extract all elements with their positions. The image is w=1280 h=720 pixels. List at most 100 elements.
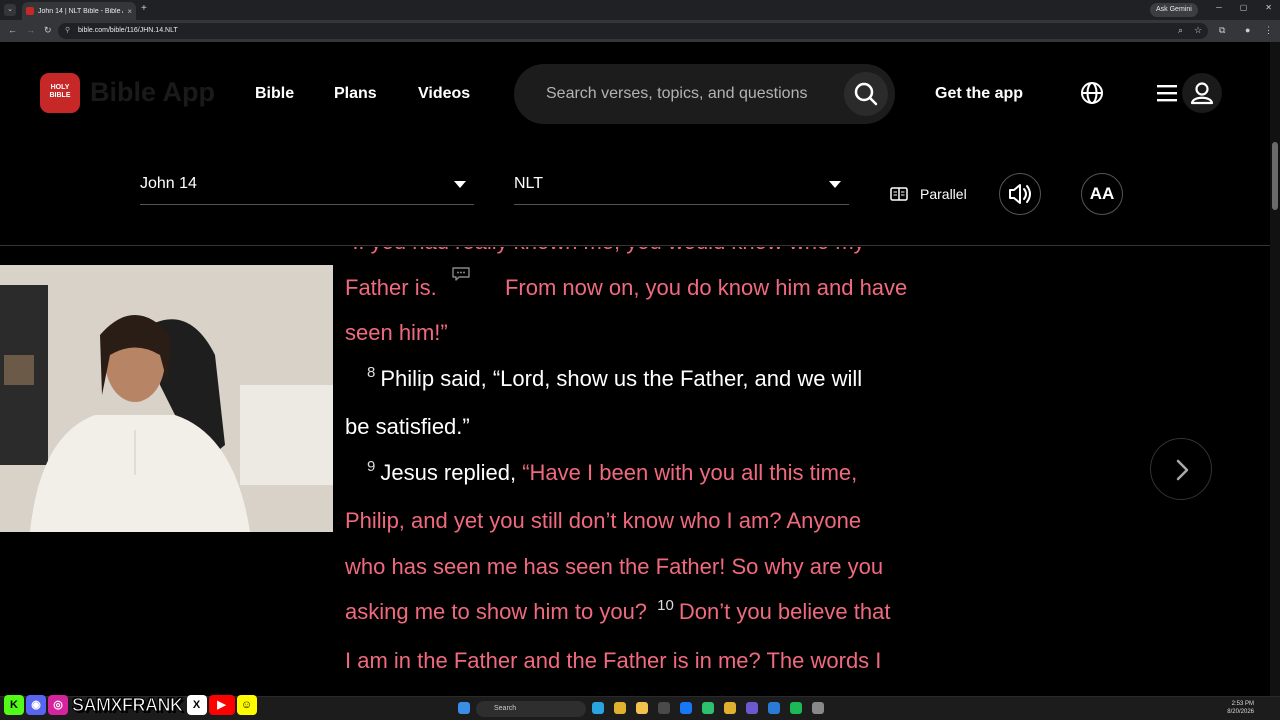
browser-tab[interactable]: John 14 | NLT Bible - Bible App × <box>22 2 136 20</box>
next-chapter-button[interactable] <box>1150 438 1212 500</box>
youtube-icon: ▶ <box>208 695 235 715</box>
chevron-down-icon <box>454 181 466 188</box>
instagram-icon: ◎ <box>48 695 68 715</box>
new-tab-button[interactable]: + <box>141 3 147 14</box>
facebook-icon[interactable] <box>680 702 692 714</box>
kick-icon: K <box>4 695 24 715</box>
browser-menu-icon[interactable]: ⋮ <box>1264 25 1273 36</box>
app-icon[interactable] <box>768 702 780 714</box>
search-button[interactable] <box>844 72 888 116</box>
verse-10-text[interactable]: Don’t you believe that <box>679 599 891 624</box>
file-explorer-icon[interactable] <box>636 702 648 714</box>
app-icon[interactable] <box>702 702 714 714</box>
reader-toolbar: John 14 NLT Parallel AA <box>0 142 1270 246</box>
verse-7-text[interactable]: From now on, you do know him and have <box>505 275 907 300</box>
snapchat-icon: ☺ <box>236 695 257 715</box>
extensions-icon[interactable]: ⧉ <box>1219 25 1225 36</box>
verse-8-text[interactable]: Philip said, “Lord, show us the Father, … <box>380 366 862 391</box>
x-icon: X <box>186 695 207 715</box>
verse-8-text[interactable]: be satisfied.” <box>345 404 945 450</box>
tab-title: John 14 | NLT Bible - Bible App <box>38 7 123 15</box>
verse-number: 8 <box>367 363 376 381</box>
clock-time: 2:53 PM <box>1231 701 1254 707</box>
ask-gemini-button[interactable]: Ask Gemini <box>1150 3 1198 17</box>
audio-button[interactable] <box>999 173 1041 215</box>
close-window-icon[interactable]: ✕ <box>1265 3 1272 12</box>
address-bar[interactable]: ⚲ bible.com/bible/116/JHN.14.NLT <box>58 23 1208 39</box>
scrollbar-thumb[interactable] <box>1272 142 1278 210</box>
close-tab-icon[interactable]: × <box>127 7 132 16</box>
maximize-icon[interactable]: ▢ <box>1240 3 1248 12</box>
verse-9-text[interactable]: Jesus replied, <box>380 460 516 485</box>
version-picker[interactable]: NLT <box>514 169 849 205</box>
profile-avatar-icon[interactable]: ● <box>1245 25 1250 35</box>
logo-text-1: HOLY <box>50 84 70 91</box>
zoom-icon[interactable]: ⌕ <box>1178 25 1183 36</box>
reload-icon[interactable]: ↻ <box>44 25 52 36</box>
discord-icon[interactable] <box>746 702 758 714</box>
system-clock[interactable]: 2:53 PM 8/20/2026 <box>1227 700 1254 716</box>
forward-icon[interactable]: → <box>26 25 35 35</box>
bible-app-logo[interactable]: HOLY BIBLE <box>40 73 80 113</box>
site-header: HOLY BIBLE Bible App Bible Plans Videos … <box>0 42 1270 142</box>
language-globe-icon[interactable] <box>1080 81 1104 105</box>
chapter-picker[interactable]: John 14 <box>140 169 474 205</box>
user-icon <box>1190 82 1214 105</box>
nav-videos[interactable]: Videos <box>418 85 470 103</box>
taskbar-search-label: Search <box>494 705 517 712</box>
browser-toolbar: ← → ↻ ⚲ bible.com/bible/116/JHN.14.NLT ⌕… <box>0 20 1280 42</box>
bookmark-star-icon[interactable]: ☆ <box>1194 25 1202 36</box>
page-scrollbar[interactable] <box>1270 42 1280 696</box>
verse-9-text[interactable]: who has seen me has seen the Father! So … <box>345 544 945 590</box>
chrome-icon[interactable] <box>614 702 626 714</box>
logo-text-2: BIBLE <box>49 92 71 99</box>
webcam-image <box>0 265 333 532</box>
chrome-icon[interactable] <box>724 702 736 714</box>
search-icon <box>854 82 878 106</box>
account-button[interactable] <box>1182 73 1222 113</box>
taskbar-search[interactable]: Search <box>476 701 586 717</box>
verse-7-text[interactable]: seen him!” <box>345 310 945 356</box>
nav-bible[interactable]: Bible <box>255 85 294 103</box>
search-box <box>514 64 895 124</box>
verse-number: 10 <box>657 597 674 614</box>
get-the-app-link[interactable]: Get the app <box>935 85 1023 103</box>
site-info-icon[interactable]: ⚲ <box>65 23 70 39</box>
verse-9-text[interactable]: Philip, and yet you still don’t know who… <box>345 498 945 544</box>
browser-tabstrip: ⌄ John 14 | NLT Bible - Bible App × + As… <box>0 0 1280 20</box>
speaker-icon <box>1009 184 1031 204</box>
search-input[interactable] <box>544 83 844 105</box>
nav-plans[interactable]: Plans <box>334 85 377 103</box>
chapter-label: John 14 <box>140 175 197 192</box>
verse-9-text[interactable]: asking me to show him to you? <box>345 599 647 624</box>
chevron-down-icon <box>829 181 841 188</box>
spotify-icon[interactable] <box>790 702 802 714</box>
url-text: bible.com/bible/116/JHN.14.NLT <box>78 27 178 34</box>
parallel-button[interactable]: Parallel <box>890 186 967 202</box>
verse-9-text[interactable]: “Have I been with you all this time, <box>522 460 857 485</box>
font-settings-button[interactable]: AA <box>1081 173 1123 215</box>
app-icon[interactable] <box>658 702 670 714</box>
discord-icon: ◉ <box>26 695 46 715</box>
verse-number: 9 <box>367 457 376 475</box>
minimize-icon[interactable]: ─ <box>1216 3 1222 12</box>
parallel-label: Parallel <box>920 186 967 202</box>
brand-name[interactable]: Bible App <box>90 77 215 108</box>
bible-favicon-icon <box>26 7 34 15</box>
settings-gear-icon[interactable] <box>812 702 824 714</box>
edge-icon[interactable] <box>592 702 604 714</box>
social-overlay: K ◉ ◎ SAMXFRANK X ▶ ☺ <box>4 693 257 717</box>
verse-10-text[interactable]: I am in the Father and the Father is in … <box>345 638 945 684</box>
verse-7-text[interactable]: Father is. <box>345 275 437 300</box>
scripture-text: “If you had really known me, you would k… <box>345 247 945 683</box>
social-handle: SAMXFRANK <box>72 694 184 715</box>
verse-7-partial: “If you had really known me, you would k… <box>345 247 945 265</box>
tab-search-button[interactable]: ⌄ <box>4 4 16 16</box>
back-icon[interactable]: ← <box>8 25 17 35</box>
chevron-right-icon <box>1176 459 1189 481</box>
start-windows-icon[interactable] <box>458 702 470 714</box>
version-label: NLT <box>514 175 544 192</box>
menu-hamburger-icon[interactable] <box>1157 84 1177 102</box>
footnote-icon[interactable] <box>451 266 471 281</box>
webcam-overlay <box>0 265 333 532</box>
